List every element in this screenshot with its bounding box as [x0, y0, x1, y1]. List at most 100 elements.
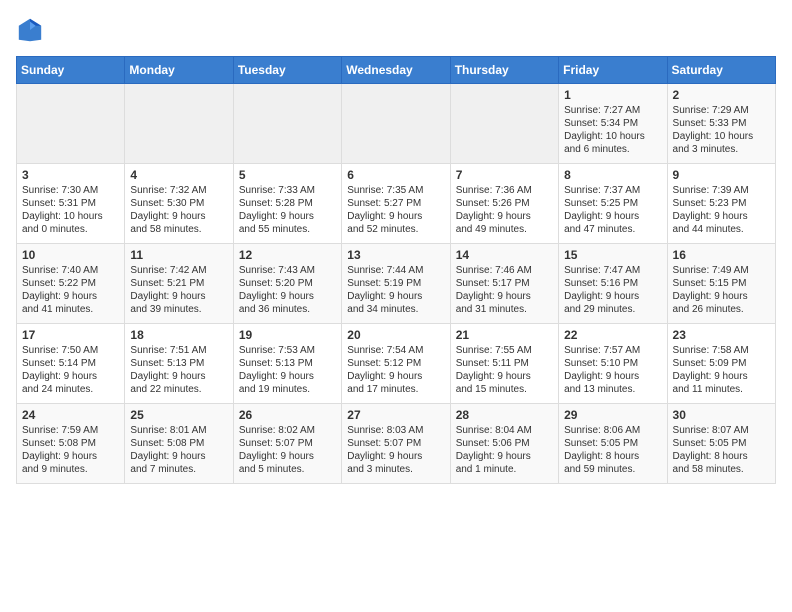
- day-info: Daylight: 9 hours: [130, 210, 227, 223]
- day-number: 25: [130, 408, 227, 422]
- day-info: Sunset: 5:17 PM: [456, 277, 553, 290]
- day-info: and 52 minutes.: [347, 223, 444, 236]
- day-number: 7: [456, 168, 553, 182]
- day-info: Sunset: 5:13 PM: [130, 357, 227, 370]
- day-info: Sunrise: 7:32 AM: [130, 184, 227, 197]
- day-info: and 3 minutes.: [347, 463, 444, 476]
- calendar-cell: 30Sunrise: 8:07 AMSunset: 5:05 PMDayligh…: [667, 404, 775, 484]
- day-number: 22: [564, 328, 661, 342]
- day-info: and 55 minutes.: [239, 223, 336, 236]
- day-info: Sunrise: 7:35 AM: [347, 184, 444, 197]
- day-number: 5: [239, 168, 336, 182]
- day-number: 17: [22, 328, 119, 342]
- day-info: Daylight: 9 hours: [130, 290, 227, 303]
- day-info: Sunset: 5:07 PM: [347, 437, 444, 450]
- col-header-saturday: Saturday: [667, 57, 775, 84]
- calendar-cell: 19Sunrise: 7:53 AMSunset: 5:13 PMDayligh…: [233, 324, 341, 404]
- day-info: Daylight: 9 hours: [347, 290, 444, 303]
- day-info: Sunset: 5:16 PM: [564, 277, 661, 290]
- day-info: and 22 minutes.: [130, 383, 227, 396]
- day-info: and 11 minutes.: [673, 383, 770, 396]
- day-number: 4: [130, 168, 227, 182]
- calendar-cell: 17Sunrise: 7:50 AMSunset: 5:14 PMDayligh…: [17, 324, 125, 404]
- day-number: 18: [130, 328, 227, 342]
- day-info: and 9 minutes.: [22, 463, 119, 476]
- day-info: Sunset: 5:22 PM: [22, 277, 119, 290]
- calendar-cell: 9Sunrise: 7:39 AMSunset: 5:23 PMDaylight…: [667, 164, 775, 244]
- day-info: Sunset: 5:07 PM: [239, 437, 336, 450]
- day-info: Sunrise: 7:53 AM: [239, 344, 336, 357]
- calendar-cell: 7 Sunrise: 7:36 AMSunset: 5:26 PMDaylight…: [450, 164, 558, 244]
- day-info: and 34 minutes.: [347, 303, 444, 316]
- calendar-cell: 8Sunrise: 7:37 AMSunset: 5:25 PMDaylight…: [559, 164, 667, 244]
- calendar-table: SundayMondayTuesdayWednesdayThursdayFrid…: [16, 56, 776, 484]
- col-header-sunday: Sunday: [17, 57, 125, 84]
- day-info: and 58 minutes.: [673, 463, 770, 476]
- day-number: 30: [673, 408, 770, 422]
- day-info: Sunrise: 7:36 AM: [456, 184, 553, 197]
- calendar-cell: [125, 84, 233, 164]
- day-number: 9: [673, 168, 770, 182]
- day-info: and 7 minutes.: [130, 463, 227, 476]
- day-info: Sunrise: 7:43 AM: [239, 264, 336, 277]
- day-number: 8: [564, 168, 661, 182]
- day-info: Daylight: 10 hours: [673, 130, 770, 143]
- calendar-cell: 1Sunrise: 7:27 AMSunset: 5:34 PMDaylight…: [559, 84, 667, 164]
- day-number: 23: [673, 328, 770, 342]
- day-info: Daylight: 9 hours: [130, 450, 227, 463]
- day-info: and 17 minutes.: [347, 383, 444, 396]
- day-info: Sunset: 5:06 PM: [456, 437, 553, 450]
- day-info: Sunset: 5:33 PM: [673, 117, 770, 130]
- day-info: Sunset: 5:08 PM: [130, 437, 227, 450]
- calendar-cell: 18Sunrise: 7:51 AMSunset: 5:13 PMDayligh…: [125, 324, 233, 404]
- day-info: Daylight: 9 hours: [347, 210, 444, 223]
- day-info: and 6 minutes.: [564, 143, 661, 156]
- day-info: and 24 minutes.: [22, 383, 119, 396]
- day-info: and 31 minutes.: [456, 303, 553, 316]
- calendar-cell: 5 Sunrise: 7:33 AMSunset: 5:28 PMDaylight…: [233, 164, 341, 244]
- day-info: Sunset: 5:20 PM: [239, 277, 336, 290]
- day-number: 28: [456, 408, 553, 422]
- day-info: Sunset: 5:11 PM: [456, 357, 553, 370]
- calendar-cell: [450, 84, 558, 164]
- day-info: Sunset: 5:26 PM: [456, 197, 553, 210]
- day-number: 20: [347, 328, 444, 342]
- day-info: Daylight: 9 hours: [673, 210, 770, 223]
- day-info: Sunrise: 7:44 AM: [347, 264, 444, 277]
- day-info: Daylight: 8 hours: [564, 450, 661, 463]
- day-info: and 47 minutes.: [564, 223, 661, 236]
- day-number: 27: [347, 408, 444, 422]
- day-info: and 19 minutes.: [239, 383, 336, 396]
- day-info: Sunset: 5:21 PM: [130, 277, 227, 290]
- day-number: 3: [22, 168, 119, 182]
- day-info: Daylight: 9 hours: [673, 370, 770, 383]
- day-info: Sunrise: 7:59 AM: [22, 424, 119, 437]
- day-info: Sunset: 5:14 PM: [22, 357, 119, 370]
- day-info: Sunrise: 7:49 AM: [673, 264, 770, 277]
- day-info: Sunrise: 7:46 AM: [456, 264, 553, 277]
- day-info: and 3 minutes.: [673, 143, 770, 156]
- day-info: Sunset: 5:31 PM: [22, 197, 119, 210]
- day-info: Sunrise: 7:51 AM: [130, 344, 227, 357]
- day-info: Sunrise: 8:04 AM: [456, 424, 553, 437]
- day-info: and 13 minutes.: [564, 383, 661, 396]
- day-info: Daylight: 9 hours: [456, 210, 553, 223]
- day-info: Sunset: 5:28 PM: [239, 197, 336, 210]
- day-info: Sunrise: 7:33 AM: [239, 184, 336, 197]
- day-info: Sunrise: 7:54 AM: [347, 344, 444, 357]
- calendar-cell: 23Sunrise: 7:58 AMSunset: 5:09 PMDayligh…: [667, 324, 775, 404]
- day-info: Sunset: 5:23 PM: [673, 197, 770, 210]
- day-info: and 44 minutes.: [673, 223, 770, 236]
- day-info: and 49 minutes.: [456, 223, 553, 236]
- day-number: 14: [456, 248, 553, 262]
- day-info: Daylight: 9 hours: [22, 370, 119, 383]
- day-info: Daylight: 9 hours: [456, 370, 553, 383]
- day-number: 26: [239, 408, 336, 422]
- day-number: 6: [347, 168, 444, 182]
- day-info: and 1 minute.: [456, 463, 553, 476]
- day-number: 10: [22, 248, 119, 262]
- day-info: and 36 minutes.: [239, 303, 336, 316]
- calendar-cell: 12Sunrise: 7:43 AMSunset: 5:20 PMDayligh…: [233, 244, 341, 324]
- day-info: Daylight: 9 hours: [456, 290, 553, 303]
- day-info: Daylight: 9 hours: [239, 210, 336, 223]
